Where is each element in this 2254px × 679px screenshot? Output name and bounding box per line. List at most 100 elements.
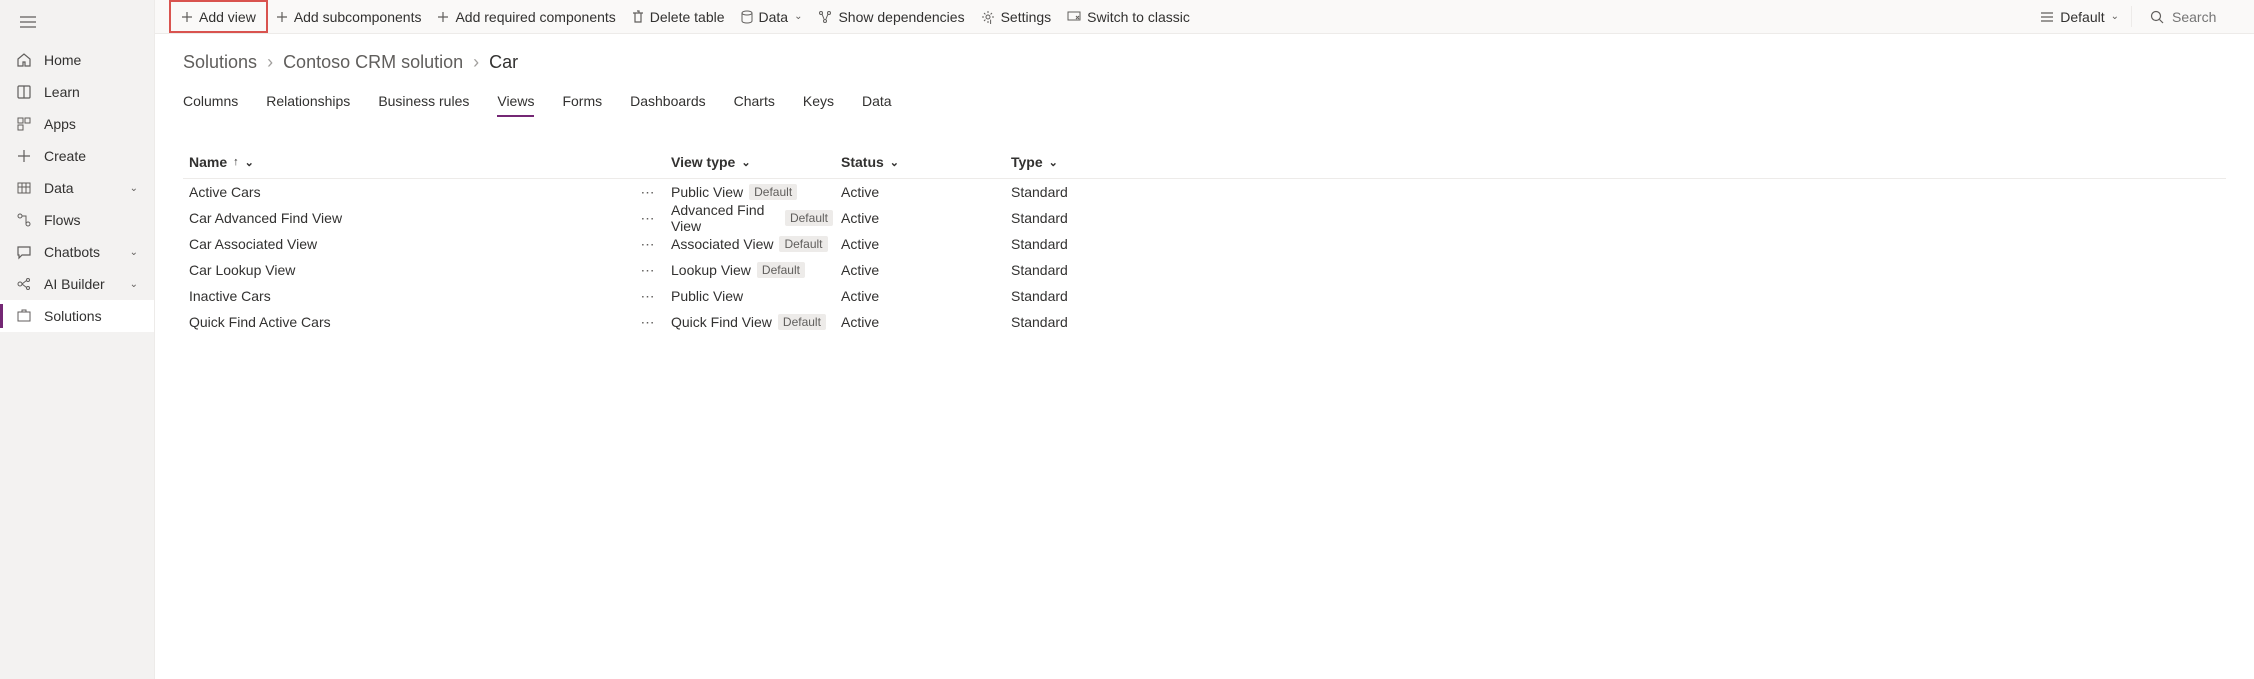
chevron-down-icon: ⌄: [1049, 156, 1058, 169]
list-icon: [2040, 12, 2054, 22]
row-status: Active: [841, 288, 879, 304]
table-row[interactable]: Car Advanced Find View⋯Advanced Find Vie…: [183, 205, 2226, 231]
chevron-down-icon: ⌄: [245, 156, 254, 169]
row-type: Standard: [1011, 236, 1068, 252]
sidebar-item-learn[interactable]: Learn: [0, 76, 154, 108]
row-more-button[interactable]: ⋯: [633, 314, 663, 331]
breadcrumb-current: Car: [489, 52, 518, 73]
table-row[interactable]: Car Lookup View⋯Lookup ViewDefaultActive…: [183, 257, 2226, 283]
hamburger-button[interactable]: [0, 0, 154, 44]
column-header-view-type[interactable]: View type ⌄: [663, 154, 833, 170]
tab-charts[interactable]: Charts: [734, 93, 775, 117]
table-row[interactable]: Active Cars⋯Public ViewDefaultActiveStan…: [183, 179, 2226, 205]
column-header-label: Status: [841, 154, 884, 170]
command-label: Add view: [199, 9, 256, 25]
book-icon: [16, 84, 32, 100]
sidebar-item-apps[interactable]: Apps: [0, 108, 154, 140]
switch-to-classic-button[interactable]: Switch to classic: [1059, 0, 1198, 33]
tab-views[interactable]: Views: [497, 93, 534, 117]
plus-icon: [181, 11, 193, 23]
sidebar-item-create[interactable]: Create: [0, 140, 154, 172]
sidebar-item-chatbots[interactable]: Chatbots ⌄: [0, 236, 154, 268]
column-header-name[interactable]: Name ↑ ⌄: [183, 154, 633, 170]
tab-dashboards[interactable]: Dashboards: [630, 93, 706, 117]
command-label: Add subcomponents: [294, 9, 422, 25]
row-type: Standard: [1011, 262, 1068, 278]
data-dropdown-button[interactable]: Data ⌄: [733, 0, 811, 33]
command-label: Switch to classic: [1087, 9, 1190, 25]
sidebar-item-data[interactable]: Data ⌄: [0, 172, 154, 204]
tab-business-rules[interactable]: Business rules: [378, 93, 469, 117]
trash-icon: [632, 10, 644, 24]
row-view-type: Quick Find View: [671, 314, 772, 330]
table-row[interactable]: Car Associated View⋯Associated ViewDefau…: [183, 231, 2226, 257]
row-more-button[interactable]: ⋯: [633, 184, 663, 201]
row-more-button[interactable]: ⋯: [633, 288, 663, 305]
column-header-status[interactable]: Status ⌄: [833, 154, 1003, 170]
view-selector-label: Default: [2060, 9, 2104, 25]
add-view-button[interactable]: Add view: [169, 0, 268, 33]
sidebar-item-home[interactable]: Home: [0, 44, 154, 76]
sidebar-item-solutions[interactable]: Solutions: [0, 300, 154, 332]
column-header-type[interactable]: Type ⌄: [1003, 154, 1173, 170]
sidebar-item-label: Chatbots: [44, 244, 130, 260]
breadcrumb-solutions[interactable]: Solutions: [183, 52, 257, 73]
sidebar-item-ai-builder[interactable]: AI Builder ⌄: [0, 268, 154, 300]
table-row[interactable]: Inactive Cars⋯Public ViewActiveStandard: [183, 283, 2226, 309]
default-badge: Default: [749, 184, 797, 200]
grid-header-row: Name ↑ ⌄ View type ⌄ Status ⌄ Type: [183, 146, 2226, 179]
sidebar-item-label: Flows: [44, 212, 138, 228]
chevron-right-icon: ›: [267, 52, 273, 73]
row-type: Standard: [1011, 314, 1068, 330]
dependency-icon: [818, 10, 832, 24]
command-label: Add required components: [455, 9, 615, 25]
table-icon: [16, 180, 32, 196]
command-label: Settings: [1001, 9, 1052, 25]
row-name: Car Lookup View: [189, 262, 295, 278]
search-input[interactable]: [2170, 8, 2240, 26]
column-header-label: Name: [189, 154, 227, 170]
tab-columns[interactable]: Columns: [183, 93, 238, 117]
command-label: Show dependencies: [838, 9, 964, 25]
breadcrumb: Solutions › Contoso CRM solution › Car: [183, 52, 2226, 73]
delete-table-button[interactable]: Delete table: [624, 0, 733, 33]
add-required-components-button[interactable]: Add required components: [429, 0, 623, 33]
row-type: Standard: [1011, 210, 1068, 226]
sidebar-item-label: Create: [44, 148, 138, 164]
table-row[interactable]: Quick Find Active Cars⋯Quick Find ViewDe…: [183, 309, 2226, 335]
default-badge: Default: [785, 210, 833, 226]
views-grid: Name ↑ ⌄ View type ⌄ Status ⌄ Type: [183, 146, 2226, 335]
menu-icon: [20, 16, 36, 28]
plus-icon: [16, 148, 32, 164]
row-status: Active: [841, 314, 879, 330]
show-dependencies-button[interactable]: Show dependencies: [810, 0, 972, 33]
breadcrumb-solution-name[interactable]: Contoso CRM solution: [283, 52, 463, 73]
row-more-button[interactable]: ⋯: [633, 236, 663, 253]
chevron-down-icon: ⌄: [2111, 11, 2119, 22]
default-badge: Default: [779, 236, 827, 252]
entity-tabs: Columns Relationships Business rules Vie…: [183, 93, 2226, 118]
chevron-down-icon: ⌄: [130, 247, 138, 258]
chevron-down-icon: ⌄: [794, 11, 802, 22]
sidebar-item-label: Apps: [44, 116, 138, 132]
chevron-right-icon: ›: [473, 52, 479, 73]
database-icon: [741, 10, 753, 24]
sidebar-item-label: AI Builder: [44, 276, 130, 292]
row-status: Active: [841, 184, 879, 200]
left-nav: Home Learn Apps Create Data ⌄ Flows: [0, 0, 155, 679]
row-name: Car Advanced Find View: [189, 210, 342, 226]
command-label: Data: [759, 9, 789, 25]
column-header-label: Type: [1011, 154, 1043, 170]
tab-keys[interactable]: Keys: [803, 93, 834, 117]
row-more-button[interactable]: ⋯: [633, 262, 663, 279]
settings-button[interactable]: Settings: [973, 0, 1060, 33]
view-selector-dropdown[interactable]: Default ⌄: [2032, 0, 2127, 33]
sidebar-item-flows[interactable]: Flows: [0, 204, 154, 236]
ai-icon: [16, 276, 32, 292]
tab-relationships[interactable]: Relationships: [266, 93, 350, 117]
add-subcomponents-button[interactable]: Add subcomponents: [268, 0, 430, 33]
tab-forms[interactable]: Forms: [562, 93, 602, 117]
search-box[interactable]: [2136, 0, 2254, 33]
row-more-button[interactable]: ⋯: [633, 210, 663, 227]
tab-data[interactable]: Data: [862, 93, 892, 117]
